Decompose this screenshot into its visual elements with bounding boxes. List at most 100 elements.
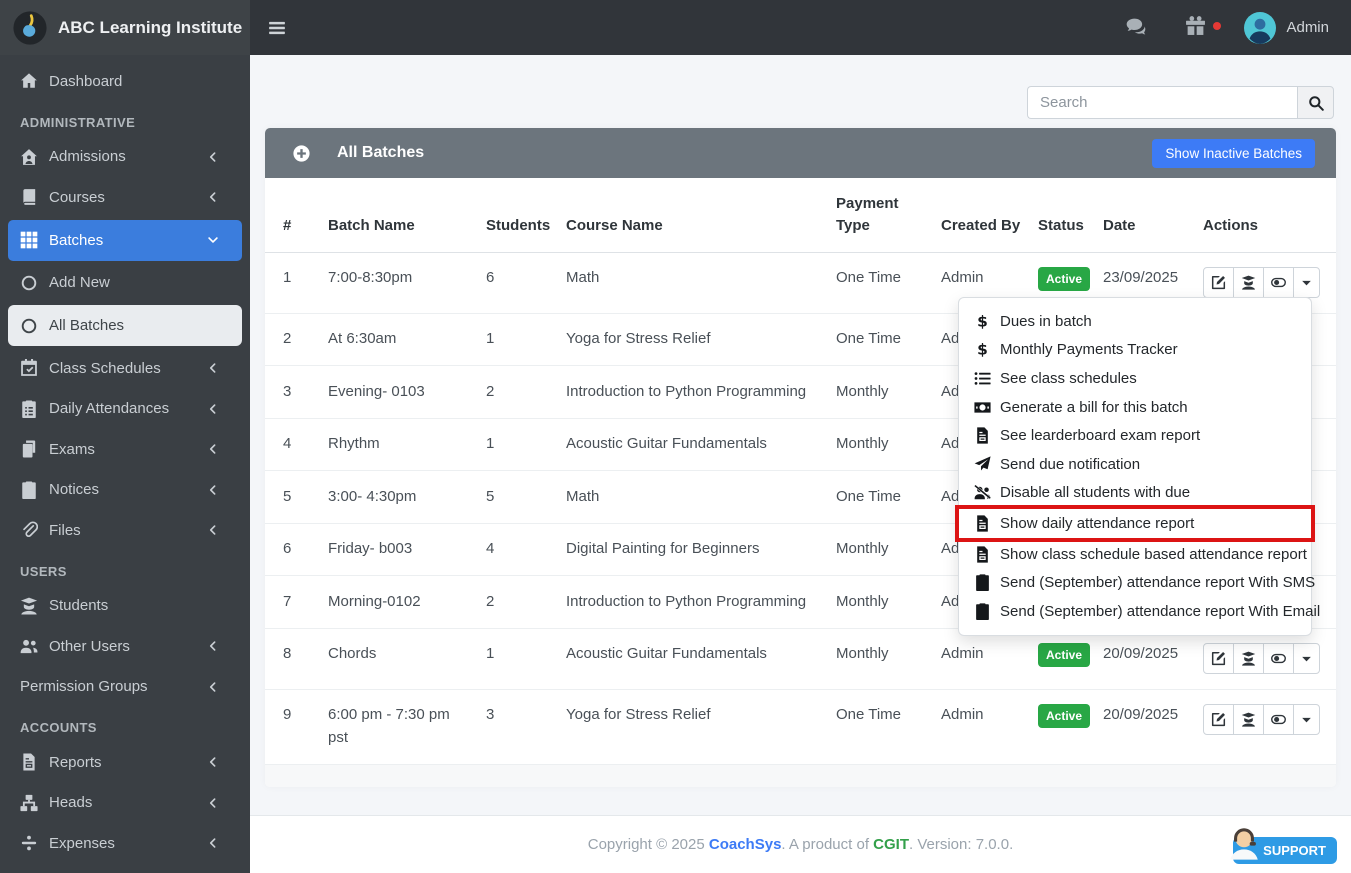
sidebar-item-all-batches[interactable]: All Batches [8,305,242,346]
dropdown-item-generate-a-bill-for-this-batch[interactable]: Generate a bill for this batch [959,393,1311,422]
dropdown-item-send-due-notification[interactable]: Send due notification [959,450,1311,479]
panel-footer [265,764,1336,787]
cell-course-name: Digital Painting for Beginners [558,523,828,576]
sidebar-item-class-schedules[interactable]: Class Schedules [0,348,250,389]
more-actions-button[interactable] [1293,704,1320,735]
sidebar-item-label: Other Users [49,637,130,655]
chevron-left-icon [207,640,219,652]
cell-num: 5 [265,470,320,524]
sidebar-item-label: Notices [49,481,100,499]
file-invoice-icon [20,753,38,771]
hamburger-icon[interactable] [268,19,286,37]
sidebar-item-other-users[interactable]: Other Users [0,626,250,667]
sidebar-item-label: Students [49,597,109,615]
sidebar-item-label: Add New [49,274,110,292]
show-inactive-batches-button[interactable]: Show Inactive Batches [1152,138,1315,168]
sidebar-item-label: Heads [49,794,93,812]
chevron-left-icon [207,797,219,809]
dropdown-item-label: Generate a bill for this batch [1000,398,1188,416]
row-actions [1203,704,1320,735]
cell-created-by: Admin [933,628,1030,690]
sidebar-item-students[interactable]: Students [0,586,250,627]
dropdown-item-show-daily-attendance-report[interactable]: Show daily attendance report [959,509,1311,538]
cell-course-name: Math [558,252,828,314]
edit-button[interactable] [1203,704,1234,735]
dropdown-item-label: Show daily attendance report [1000,514,1195,532]
sidebar-item-reports[interactable]: Reports [0,742,250,783]
edit-icon [1211,651,1226,666]
clipboard-icon [974,574,991,592]
toggle-status-button[interactable] [1263,643,1294,674]
chat-icon[interactable] [1126,17,1147,38]
dropdown-item-disable-all-students-with-due[interactable]: Disable all students with due [959,479,1311,508]
dropdown-item-label: See learderboard exam report [1000,427,1201,445]
support-agent-icon [1225,821,1263,865]
sidebar-item-admissions[interactable]: Admissions [0,137,250,178]
toggle-status-button[interactable] [1263,267,1294,298]
dropdown-item-monthly-payments-tracker[interactable]: $ Monthly Payments Tracker [959,336,1311,365]
user-graduate-icon [1241,275,1256,290]
file-invoice-icon [974,515,991,532]
sidebar-item-notices[interactable]: Notices [0,470,250,511]
brand[interactable]: ABC Learning Institute [0,0,250,55]
user-menu[interactable]: Admin [1244,11,1329,44]
edit-button[interactable] [1203,643,1234,674]
sidebar-item-files[interactable]: Files [0,510,250,551]
search-input[interactable] [1027,86,1297,119]
dropdown-item-dues-in-batch[interactable]: $ Dues in batch [959,307,1311,336]
students-button[interactable] [1233,643,1264,674]
user-graduate-icon [1241,651,1256,666]
dropdown-item-send-september-attendance-report-with-sms[interactable]: Send (September) attendance report With … [959,568,1315,597]
sidebar-item-daily-attendances[interactable]: Daily Attendances [0,389,250,430]
file-invoice-icon [974,427,991,444]
cell-actions [1195,628,1336,690]
gift-icon[interactable] [1185,15,1206,36]
panel-header: All Batches Show Inactive Batches [265,128,1336,178]
coachsys-link[interactable]: CoachSys [709,836,782,853]
dropdown-item-send-september-attendance-report-with-email[interactable]: Send (September) attendance report With … [959,597,1320,626]
cell-payment-type: Monthly [828,575,933,629]
column-header-payment-type: Payment Type [828,178,933,253]
sidebar-item-label: Expenses [49,834,115,852]
avatar [1244,11,1277,44]
more-actions-button[interactable] [1293,643,1320,674]
toggle-icon [1271,275,1286,290]
more-actions-button[interactable] [1293,267,1320,298]
clipboard-list-icon [20,400,38,418]
paper-plane-icon [974,456,991,473]
copy-icon [20,440,38,458]
cgit-link[interactable]: CGIT [873,836,909,853]
sidebar-item-add-new[interactable]: Add New [0,263,250,304]
dropdown-item-see-class-schedules[interactable]: See class schedules [959,364,1311,393]
support-button[interactable]: SUPPORT [1230,828,1337,864]
dropdown-item-see-learderboard-exam-report[interactable]: See learderboard exam report [959,421,1311,450]
cell-num: 9 [265,689,320,765]
search-button[interactable] [1297,86,1334,119]
sidebar-item-permission-groups[interactable]: Permission Groups [0,667,250,708]
dropdown-item-label: Monthly Payments Tracker [1000,341,1178,359]
sidebar-item-dashboard[interactable]: Dashboard [0,61,250,102]
students-button[interactable] [1233,267,1264,298]
cell-num: 4 [265,418,320,471]
panel-title: All Batches [337,144,425,161]
cell-students: 4 [478,523,558,576]
sidebar-item-exams[interactable]: Exams [0,429,250,470]
sidebar-item-heads[interactable]: Heads [0,783,250,824]
cell-payment-type: One Time [828,313,933,366]
svg-text:$: $ [977,341,988,358]
users-slash-icon [974,484,991,501]
sidebar-item-batches[interactable]: Batches [8,219,242,261]
sidebar-item-label: Class Schedules [49,359,161,377]
sidebar-item-courses[interactable]: Courses [0,177,250,218]
sidebar-item-label: Courses [49,188,105,206]
dropdown-item-show-class-schedule-based-attendance-report[interactable]: Show class schedule based attendance rep… [959,540,1311,569]
user-graduate-icon [20,597,38,615]
students-button[interactable] [1233,704,1264,735]
add-batch-icon[interactable] [293,144,310,162]
toggle-status-button[interactable] [1263,704,1294,735]
edit-button[interactable] [1203,267,1234,298]
sidebar-item-expenses[interactable]: Expenses [0,823,250,864]
chevron-left-icon [207,681,219,693]
clipboard-icon [974,603,991,620]
house-user-icon [20,148,38,166]
